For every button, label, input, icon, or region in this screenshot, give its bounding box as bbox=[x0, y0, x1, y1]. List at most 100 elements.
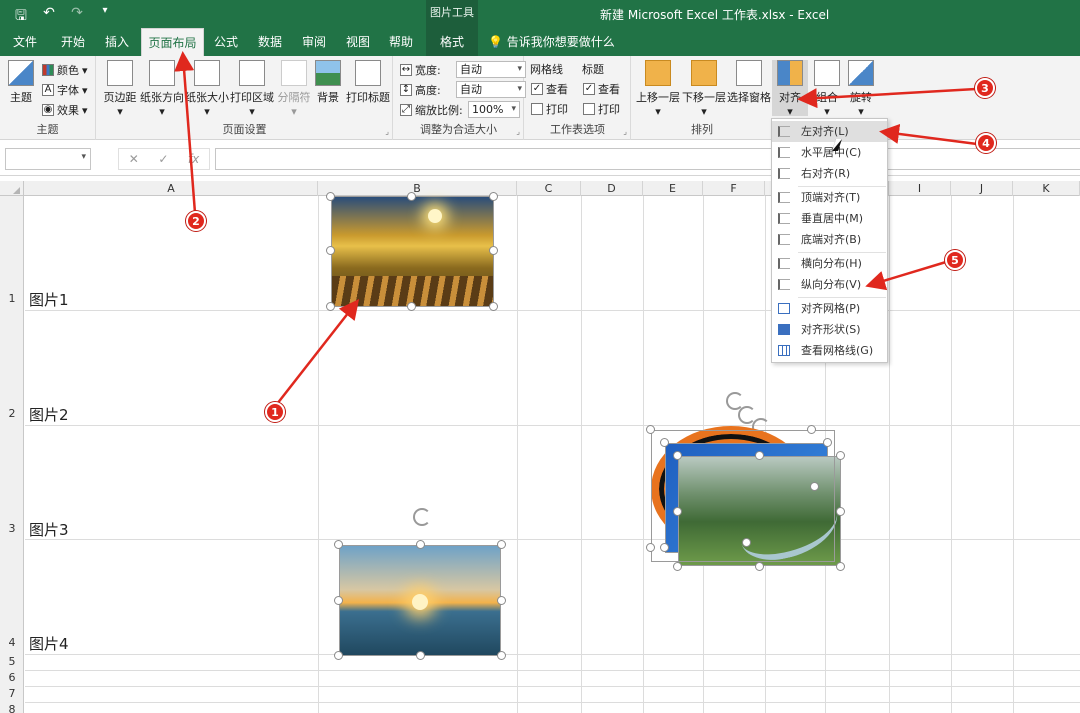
menu-item-align-middle[interactable]: 垂直居中(M) bbox=[772, 208, 887, 229]
resize-handle[interactable] bbox=[407, 192, 416, 201]
tab-help[interactable]: 帮助 bbox=[383, 28, 419, 56]
tab-insert[interactable]: 插入 bbox=[98, 28, 136, 56]
breaks-button[interactable]: 分隔符 ▾ bbox=[275, 60, 313, 118]
rotate-handle-icon[interactable] bbox=[413, 508, 431, 526]
resize-handle[interactable] bbox=[326, 246, 335, 255]
resize-handle[interactable] bbox=[489, 246, 498, 255]
dialog-launcher-icon[interactable]: ⌟ bbox=[623, 127, 627, 136]
column-header-d[interactable]: D bbox=[581, 181, 643, 196]
row-header-6[interactable]: 6 bbox=[0, 671, 24, 684]
resize-handle[interactable] bbox=[646, 425, 655, 434]
column-header-f[interactable]: F bbox=[703, 181, 765, 196]
resize-handle[interactable] bbox=[836, 562, 845, 571]
menu-item-snap-grid[interactable]: 对齐网格(P) bbox=[772, 298, 887, 319]
menu-item-align-bottom[interactable]: 底端对齐(B) bbox=[772, 229, 887, 250]
column-header-a[interactable]: A bbox=[25, 181, 318, 196]
tab-format[interactable]: 格式 bbox=[426, 28, 478, 56]
menu-item-distribute-vertical[interactable]: 纵向分布(V) bbox=[772, 274, 887, 295]
group-button[interactable]: 组合 ▾ bbox=[810, 60, 844, 118]
selection-pane-button[interactable]: 选择窗格 bbox=[726, 60, 772, 105]
orientation-button[interactable]: 纸张方向 ▾ bbox=[139, 60, 185, 118]
resize-handle[interactable] bbox=[489, 192, 498, 201]
picture-1-sunrise[interactable] bbox=[331, 196, 494, 307]
name-box[interactable] bbox=[5, 148, 91, 170]
enter-icon[interactable]: ✓ bbox=[158, 152, 168, 166]
height-select[interactable]: 自动 bbox=[456, 81, 526, 98]
row-header-5[interactable]: 5 bbox=[0, 655, 24, 668]
row-header-1[interactable]: 1 bbox=[0, 292, 24, 305]
resize-handle[interactable] bbox=[807, 425, 816, 434]
cell-a1[interactable]: 图片1 bbox=[29, 289, 69, 310]
menu-item-align-left[interactable]: 左对齐(L) bbox=[772, 121, 887, 142]
rotate-button[interactable]: 旋转 ▾ bbox=[844, 60, 878, 118]
resize-handle[interactable] bbox=[326, 192, 335, 201]
cell-a2[interactable]: 图片2 bbox=[29, 404, 69, 425]
resize-handle[interactable] bbox=[755, 562, 764, 571]
column-header-c[interactable]: C bbox=[517, 181, 581, 196]
insert-function-icon[interactable]: fx bbox=[188, 152, 199, 166]
align-button[interactable]: 对齐 ▾ bbox=[772, 60, 808, 118]
row-header-3[interactable]: 3 bbox=[0, 522, 24, 535]
row-header-2[interactable]: 2 bbox=[0, 407, 24, 420]
formula-input[interactable] bbox=[215, 148, 1080, 170]
resize-handle[interactable] bbox=[810, 482, 819, 491]
tab-data[interactable]: 数据 bbox=[252, 28, 288, 56]
menu-item-snap-shape[interactable]: 对齐形状(S) bbox=[772, 319, 887, 340]
send-backward-button[interactable]: 下移一层 ▾ bbox=[680, 60, 728, 118]
resize-handle[interactable] bbox=[673, 562, 682, 571]
resize-handle[interactable] bbox=[742, 538, 751, 547]
resize-handle[interactable] bbox=[334, 651, 343, 660]
gridlines-print-checkbox[interactable]: 打印 bbox=[531, 101, 568, 117]
gridlines-view-checkbox[interactable]: ✓ 查看 bbox=[531, 81, 568, 97]
resize-handle[interactable] bbox=[660, 438, 669, 447]
margins-button[interactable]: 页边距 ▾ bbox=[101, 60, 139, 118]
undo-icon[interactable]: ↶ bbox=[40, 5, 58, 29]
resize-handle[interactable] bbox=[334, 596, 343, 605]
resize-handle[interactable] bbox=[416, 651, 425, 660]
picture-4-sunset[interactable] bbox=[339, 545, 501, 656]
cell-a4[interactable]: 图片4 bbox=[29, 633, 69, 654]
resize-handle[interactable] bbox=[416, 540, 425, 549]
tab-view[interactable]: 视图 bbox=[340, 28, 376, 56]
resize-handle[interactable] bbox=[489, 302, 498, 311]
resize-handle[interactable] bbox=[646, 543, 655, 552]
tab-page-layout[interactable]: 页面布局 bbox=[141, 28, 204, 56]
background-button[interactable]: 背景 bbox=[311, 60, 345, 105]
print-titles-button[interactable]: 打印标题 bbox=[345, 60, 391, 105]
row-header-4[interactable]: 4 bbox=[0, 636, 24, 649]
menu-item-distribute-horizontal[interactable]: 横向分布(H) bbox=[772, 253, 887, 274]
resize-handle[interactable] bbox=[326, 302, 335, 311]
resize-handle[interactable] bbox=[823, 438, 832, 447]
save-icon[interactable]: 🖫 bbox=[12, 5, 30, 29]
resize-handle[interactable] bbox=[755, 451, 764, 460]
cancel-icon[interactable]: ✕ bbox=[129, 152, 139, 166]
column-header-k[interactable]: K bbox=[1013, 181, 1080, 196]
menu-item-align-right[interactable]: 右对齐(R) bbox=[772, 163, 887, 184]
fonts-button[interactable]: A 字体 ▾ bbox=[42, 82, 88, 98]
column-header-j[interactable]: J bbox=[951, 181, 1013, 196]
headings-view-checkbox[interactable]: ✓ 查看 bbox=[583, 81, 620, 97]
resize-handle[interactable] bbox=[497, 596, 506, 605]
column-header-b[interactable]: B bbox=[318, 181, 517, 196]
resize-handle[interactable] bbox=[334, 540, 343, 549]
bring-forward-button[interactable]: 上移一层 ▾ bbox=[634, 60, 682, 118]
tab-formulas[interactable]: 公式 bbox=[208, 28, 244, 56]
tab-review[interactable]: 审阅 bbox=[296, 28, 332, 56]
size-button[interactable]: 纸张大小 ▾ bbox=[185, 60, 229, 118]
themes-button[interactable]: 主题 bbox=[4, 60, 38, 105]
resize-handle[interactable] bbox=[836, 507, 845, 516]
menu-item-align-top[interactable]: 顶端对齐(T) bbox=[772, 187, 887, 208]
resize-handle[interactable] bbox=[407, 302, 416, 311]
menu-item-align-center[interactable]: 水平居中(C) bbox=[772, 142, 887, 163]
tab-home[interactable]: 开始 bbox=[54, 28, 92, 56]
width-select[interactable]: 自动 bbox=[456, 61, 526, 78]
print-area-button[interactable]: 打印区域 ▾ bbox=[229, 60, 275, 118]
dialog-launcher-icon[interactable]: ⌟ bbox=[516, 127, 520, 136]
resize-handle[interactable] bbox=[673, 451, 682, 460]
resize-handle[interactable] bbox=[660, 543, 669, 552]
select-all-button[interactable] bbox=[0, 181, 24, 196]
row-header-7[interactable]: 7 bbox=[0, 687, 24, 700]
headings-print-checkbox[interactable]: 打印 bbox=[583, 101, 620, 117]
redo-icon[interactable]: ↷ bbox=[68, 5, 86, 29]
resize-handle[interactable] bbox=[497, 540, 506, 549]
